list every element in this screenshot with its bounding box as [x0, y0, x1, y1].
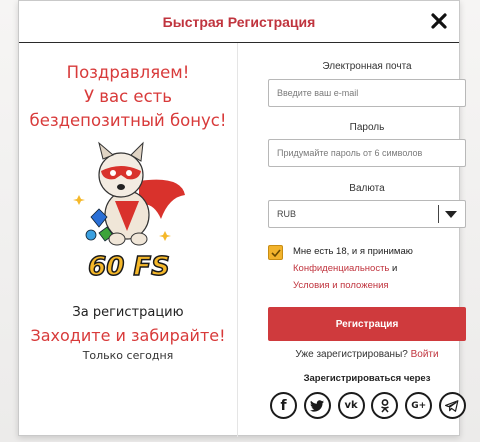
facebook-icon[interactable]: f: [270, 392, 297, 419]
chevron-down-icon: [445, 211, 457, 218]
currency-selected-value: RUB: [277, 209, 297, 219]
close-icon[interactable]: [429, 11, 449, 31]
currency-select[interactable]: RUB: [268, 200, 466, 228]
already-registered-text: Уже зарегистрированы?: [295, 349, 408, 360]
promo-subtitle: За регистрацию: [72, 305, 184, 320]
vk-icon[interactable]: vk: [337, 392, 365, 419]
password-field[interactable]: [268, 139, 466, 167]
age-consent-checkbox[interactable]: [268, 245, 283, 260]
twitter-icon[interactable]: [303, 392, 331, 419]
registration-modal: Быстрая Регистрация Поздравляем! У вас е…: [18, 0, 466, 437]
privacy-link[interactable]: Конфиденциальность: [293, 263, 389, 274]
register-button[interactable]: Регистрация: [268, 307, 466, 341]
login-link[interactable]: Войти: [411, 349, 439, 360]
registration-form: Электронная почта Пароль Валюта RUB Мне …: [237, 43, 466, 437]
modal-header: Быстрая Регистрация: [19, 1, 459, 43]
promo-headline: Поздравляем! У вас есть бездепозитный бо…: [19, 61, 237, 133]
social-title: Зарегистрироваться через: [303, 373, 431, 384]
consent-text: Мне есть 18, и я принимаю Конфиденциальн…: [293, 243, 463, 294]
social-buttons: f vk G+: [270, 392, 466, 422]
raccoon-mascot-illustration: 60 FS: [73, 141, 185, 283]
google-plus-glyph: G+: [411, 400, 427, 411]
facebook-glyph: f: [280, 397, 287, 414]
bonus-badge-text: 60 FS: [88, 252, 170, 282]
vk-glyph: vk: [344, 400, 358, 411]
password-label: Пароль: [349, 122, 385, 133]
consent-terms-row: Условия и положения: [293, 277, 463, 294]
select-divider: [438, 205, 439, 223]
promo-line: бездепозитный бонус!: [29, 111, 227, 130]
promo-panel: Поздравляем! У вас есть бездепозитный бо…: [19, 43, 237, 437]
email-label: Электронная почта: [322, 61, 412, 72]
odnoklassniki-icon[interactable]: [371, 392, 399, 419]
telegram-icon[interactable]: [438, 392, 466, 419]
promo-line: У вас есть: [83, 87, 172, 106]
consent-links-row: Конфиденциальность и: [293, 260, 463, 277]
google-plus-icon[interactable]: G+: [405, 392, 433, 419]
checkmark-icon: [271, 249, 281, 258]
promo-cta: Заходите и забирайте!: [30, 326, 226, 345]
currency-label: Валюта: [349, 183, 385, 194]
already-registered-row: Уже зарегистрированы? Войти: [268, 349, 466, 360]
consent-conjunction: и: [392, 263, 398, 274]
modal-title: Быстрая Регистрация: [162, 13, 316, 30]
terms-link[interactable]: Условия и положения: [293, 280, 389, 291]
promo-line: Поздравляем!: [66, 63, 190, 82]
email-field[interactable]: [268, 79, 466, 107]
consent-prefix: Мне есть 18, и я принимаю: [293, 246, 413, 257]
promo-note: Только сегодня: [82, 349, 174, 362]
